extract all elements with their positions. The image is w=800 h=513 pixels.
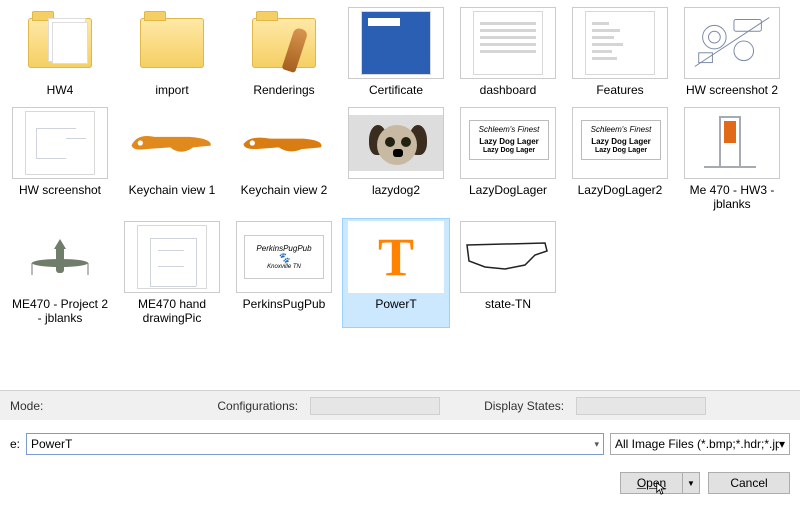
configurations-combo[interactable] <box>310 397 440 415</box>
image-thumb <box>348 107 444 179</box>
display-states-label: Display States: <box>484 399 564 413</box>
image-thumb <box>12 107 108 179</box>
file-label: Features <box>596 83 643 97</box>
file-label: state-TN <box>485 297 531 311</box>
file-item-lazydoglager[interactable]: Schleem's FinestLazy Dog LagerLazy Dog L… <box>454 104 562 214</box>
open-button-group: Open ▼ <box>620 472 700 494</box>
display-states-combo[interactable] <box>576 397 706 415</box>
mode-label: Mode: <box>10 399 43 413</box>
file-item-hwscreenshot[interactable]: HW screenshot <box>6 104 114 214</box>
cancel-button[interactable]: Cancel <box>708 472 790 494</box>
image-thumb <box>460 221 556 293</box>
file-label: Keychain view 2 <box>241 183 328 197</box>
file-row: HW4 import Renderings Certificate dashbo… <box>6 4 794 100</box>
image-thumb <box>684 7 780 79</box>
dialog-button-row: Open ▼ Cancel <box>0 458 800 498</box>
options-bar: Mode: Configurations: Display States: <box>0 390 800 420</box>
file-item-keychain2[interactable]: Keychain view 2 <box>230 104 338 214</box>
file-label: lazydog2 <box>372 183 420 197</box>
file-item-keychain1[interactable]: Keychain view 1 <box>118 104 226 214</box>
image-thumb: T <box>348 221 444 293</box>
image-thumb: Schleem's FinestLazy Dog LagerLazy Dog L… <box>572 107 668 179</box>
file-label: Me 470 - HW3 - jblanks <box>681 183 783 211</box>
image-thumb <box>12 221 108 293</box>
file-label: Keychain view 1 <box>129 183 216 197</box>
file-label: HW screenshot <box>19 183 101 197</box>
file-label: HW screenshot 2 <box>686 83 778 97</box>
file-label: LazyDogLager2 <box>578 183 663 197</box>
file-label: import <box>155 83 188 97</box>
file-item-import[interactable]: import <box>118 4 226 100</box>
image-thumb <box>460 7 556 79</box>
chevron-down-icon[interactable]: ▾ <box>594 439 599 450</box>
image-thumb <box>236 107 332 179</box>
image-thumb: Schleem's FinestLazy Dog LagerLazy Dog L… <box>460 107 556 179</box>
file-row: ME470 - Project 2 - jblanks ME470 hand d… <box>6 218 794 328</box>
file-label: ME470 - Project 2 - jblanks <box>9 297 111 325</box>
image-thumb <box>348 7 444 79</box>
file-label: dashboard <box>480 83 537 97</box>
image-thumb <box>124 107 220 179</box>
file-label: LazyDogLager <box>469 183 547 197</box>
filename-label: e: <box>10 437 20 451</box>
file-label: PerkinsPugPub <box>243 297 326 311</box>
file-item-lazydoglager2[interactable]: Schleem's FinestLazy Dog LagerLazy Dog L… <box>566 104 674 214</box>
open-dropdown-button[interactable]: ▼ <box>682 472 700 494</box>
filename-row: e: PowerT ▾ All Image Files (*.bmp;*.hdr… <box>0 420 800 458</box>
file-item-me470hw3[interactable]: Me 470 - HW3 - jblanks <box>678 104 786 214</box>
filetype-value: All Image Files (*.bmp;*.hdr;*.jpg <box>615 437 779 451</box>
file-item-me470project2[interactable]: ME470 - Project 2 - jblanks <box>6 218 114 328</box>
folder-icon <box>236 7 332 79</box>
file-label: Renderings <box>253 83 314 97</box>
image-thumb <box>572 7 668 79</box>
folder-icon <box>124 7 220 79</box>
file-item-powert[interactable]: T PowerT <box>342 218 450 328</box>
file-label: Certificate <box>369 83 423 97</box>
image-thumb <box>124 221 220 293</box>
filename-input[interactable]: PowerT ▾ <box>26 433 604 455</box>
file-item-statetn[interactable]: state-TN <box>454 218 562 328</box>
file-item-hw4[interactable]: HW4 <box>6 4 114 100</box>
file-item-lazydog2[interactable]: lazydog2 <box>342 104 450 214</box>
file-item-renderings[interactable]: Renderings <box>230 4 338 100</box>
chevron-down-icon[interactable]: ▾ <box>779 437 785 451</box>
file-item-handdrawing[interactable]: ME470 hand drawingPic <box>118 218 226 328</box>
filetype-combo[interactable]: All Image Files (*.bmp;*.hdr;*.jpg ▾ <box>610 433 790 455</box>
file-item-dashboard[interactable]: dashboard <box>454 4 562 100</box>
file-item-perkinspugpub[interactable]: PerkinsPugPub🐾Knoxville TN PerkinsPugPub <box>230 218 338 328</box>
filename-value: PowerT <box>31 437 72 451</box>
file-label: HW4 <box>47 83 74 97</box>
file-item-features[interactable]: Features <box>566 4 674 100</box>
file-list-pane[interactable]: HW4 import Renderings Certificate dashbo… <box>0 0 800 390</box>
file-label: ME470 hand drawingPic <box>121 297 223 325</box>
file-item-certificate[interactable]: Certificate <box>342 4 450 100</box>
file-row: HW screenshot Keychain view 1 Keychain v… <box>6 104 794 214</box>
configurations-label: Configurations: <box>217 399 298 413</box>
file-label: PowerT <box>375 297 416 311</box>
image-thumb <box>684 107 780 179</box>
image-thumb: PerkinsPugPub🐾Knoxville TN <box>236 221 332 293</box>
folder-icon <box>12 7 108 79</box>
file-item-hwscreenshot2[interactable]: HW screenshot 2 <box>678 4 786 100</box>
open-button[interactable]: Open <box>620 472 682 494</box>
